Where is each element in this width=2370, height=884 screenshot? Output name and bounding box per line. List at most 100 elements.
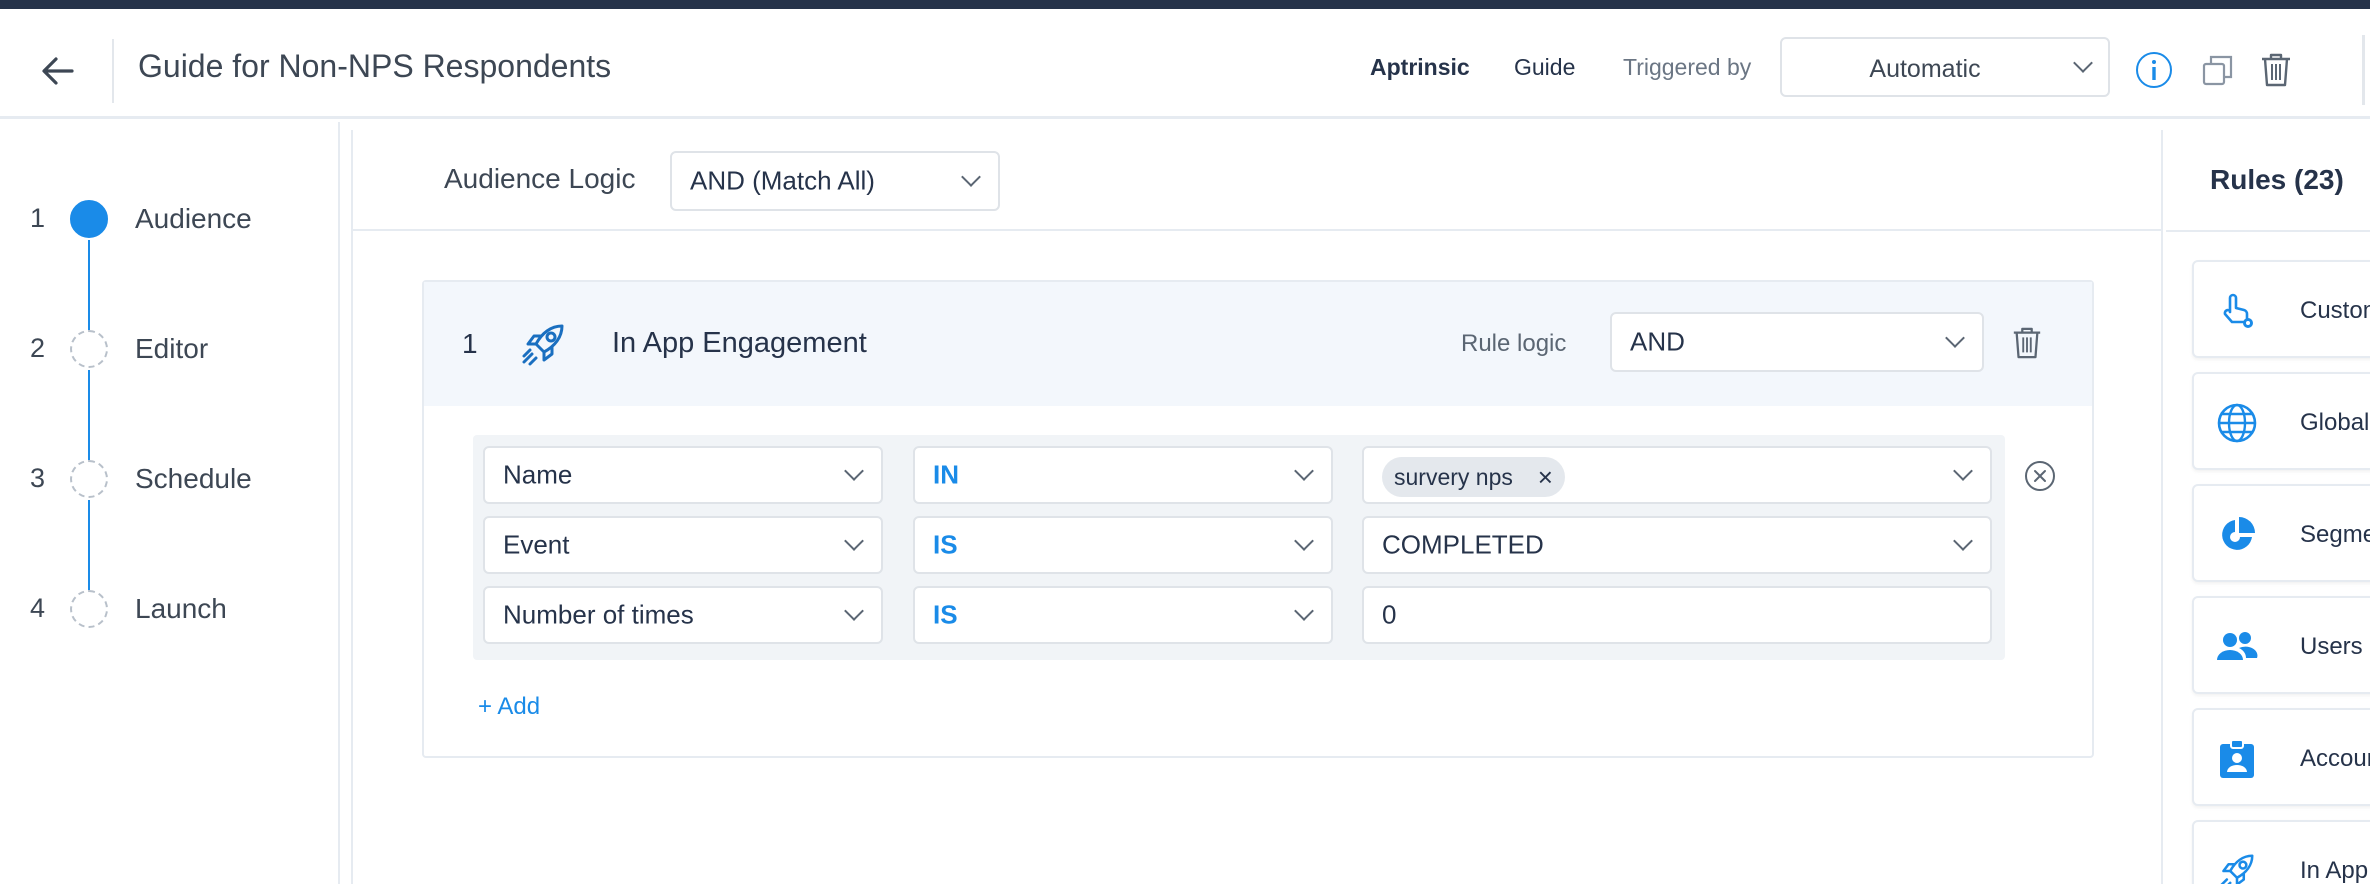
condition-count-value: 0 xyxy=(1382,599,1397,630)
pointer-gear-icon xyxy=(2214,288,2260,334)
rule-type-users[interactable]: Users xyxy=(2192,596,2370,694)
audience-logic-label: Audience Logic xyxy=(444,163,636,194)
chevron-down-icon xyxy=(1294,461,1314,481)
condition-operator-select[interactable]: IS xyxy=(913,586,1333,644)
close-circle-icon xyxy=(2025,461,2055,491)
condition-field-select[interactable]: Name xyxy=(483,446,883,504)
audience-logic-select[interactable]: AND (Match All) xyxy=(670,151,1000,211)
trash-icon xyxy=(2262,53,2290,87)
add-condition-link[interactable]: + Add xyxy=(478,693,540,721)
rule-type-label: Custom xyxy=(2300,297,2370,324)
step-editor[interactable]: 2 Editor xyxy=(0,330,340,370)
rules-panel: Rules (23) Custom Global xyxy=(2166,130,2370,884)
condition-operator-value: IS xyxy=(933,599,958,630)
trigger-select-value: Automatic xyxy=(1869,55,1981,83)
audience-logic-value: AND (Match All) xyxy=(690,165,875,196)
step-label: Editor xyxy=(135,333,209,364)
step-connector xyxy=(88,240,90,330)
conditions-group: Name IN survery nps × Event IS COMPLETED… xyxy=(473,435,2005,660)
info-icon xyxy=(2136,52,2172,88)
step-audience[interactable]: 1 Audience xyxy=(0,200,340,240)
remove-condition-button[interactable] xyxy=(2022,458,2058,494)
rule-type-label: Segments xyxy=(2300,521,2370,548)
step-number: 1 xyxy=(30,203,46,233)
condition-operator-select[interactable]: IN xyxy=(913,446,1333,504)
condition-field-select[interactable]: Event xyxy=(483,516,883,574)
wizard-stepper: 1 Audience 2 Editor 3 Schedule 4 Launch xyxy=(0,122,340,884)
step-indicator xyxy=(70,590,108,628)
rule-type-global[interactable]: Global xyxy=(2192,372,2370,470)
rule-type-label: In App xyxy=(2300,857,2369,884)
pie-chart-icon xyxy=(2214,512,2260,558)
app-root: Guide for Non-NPS Respondents Aptrinsic … xyxy=(0,0,2370,884)
condition-value: COMPLETED xyxy=(1382,529,1544,560)
trigger-select[interactable]: Automatic xyxy=(1780,37,2110,97)
chevron-down-icon xyxy=(844,601,864,621)
info-button[interactable] xyxy=(2134,50,2174,90)
arrow-left-icon xyxy=(42,57,74,85)
chevron-down-icon xyxy=(844,531,864,551)
chevron-down-icon xyxy=(961,167,981,187)
chevron-down-icon xyxy=(1945,328,1965,348)
condition-value-multiselect[interactable]: survery nps × xyxy=(1362,446,1992,504)
rule-type-custom[interactable]: Custom xyxy=(2192,260,2370,358)
value-tag-label: survery nps xyxy=(1394,464,1513,490)
chevron-down-icon xyxy=(1953,531,1973,551)
page-title: Guide for Non-NPS Respondents xyxy=(138,48,612,84)
users-icon xyxy=(2214,624,2260,670)
product-label: Aptrinsic xyxy=(1370,54,1470,80)
rules-panel-divider xyxy=(2166,230,2370,232)
step-connector xyxy=(88,500,90,590)
rule-number: 1 xyxy=(462,328,478,359)
step-number: 3 xyxy=(30,463,46,493)
header-divider xyxy=(112,39,114,103)
step-label: Launch xyxy=(135,593,227,624)
condition-field-value: Name xyxy=(503,459,573,490)
condition-operator-select[interactable]: IS xyxy=(913,516,1333,574)
page-header: Guide for Non-NPS Respondents Aptrinsic … xyxy=(0,9,2370,119)
rule-card: 1 In App Engagement Rule logic AND Name … xyxy=(422,280,2094,758)
guide-type-label: Guide xyxy=(1514,54,1576,80)
step-connector xyxy=(88,370,90,460)
condition-operator-value: IN xyxy=(933,459,959,490)
trash-icon xyxy=(2013,327,2041,359)
delete-rule-button[interactable] xyxy=(2008,324,2046,362)
delete-guide-button[interactable] xyxy=(2256,50,2296,90)
rule-type-accounts[interactable]: Accounts xyxy=(2192,708,2370,806)
duplicate-button[interactable] xyxy=(2198,50,2238,90)
rule-type-label: Accounts xyxy=(2300,745,2370,772)
step-number: 2 xyxy=(30,333,46,363)
globe-icon xyxy=(2214,400,2260,446)
step-indicator xyxy=(70,330,108,368)
rule-header: 1 In App Engagement Rule logic AND xyxy=(424,282,2092,406)
step-indicator xyxy=(70,460,108,498)
condition-value-select[interactable]: COMPLETED xyxy=(1362,516,1992,574)
rule-name: In App Engagement xyxy=(612,327,867,359)
chevron-down-icon xyxy=(1294,601,1314,621)
chevron-down-icon xyxy=(844,461,864,481)
rule-type-in-app[interactable]: In App xyxy=(2192,820,2370,884)
rule-type-label: Global xyxy=(2300,409,2370,436)
condition-field-select[interactable]: Number of times xyxy=(483,586,883,644)
rule-logic-select[interactable]: AND xyxy=(1610,312,1984,372)
step-number: 4 xyxy=(30,593,46,623)
chevron-down-icon xyxy=(1953,461,1973,481)
top-strip xyxy=(0,0,2370,9)
step-label: Audience xyxy=(135,203,252,234)
condition-operator-value: IS xyxy=(933,529,958,560)
step-indicator-active xyxy=(70,200,108,238)
triggered-by-label: Triggered by xyxy=(1623,54,1752,80)
header-edge-divider xyxy=(2362,35,2365,105)
remove-tag-icon[interactable]: × xyxy=(1538,457,1553,497)
step-launch[interactable]: 4 Launch xyxy=(0,590,340,630)
condition-count-input[interactable]: 0 xyxy=(1362,586,1992,644)
back-button[interactable] xyxy=(36,49,80,93)
step-schedule[interactable]: 3 Schedule xyxy=(0,460,340,500)
chevron-down-icon xyxy=(1294,531,1314,551)
chevron-down-icon xyxy=(2073,53,2093,73)
rule-type-segments[interactable]: Segments xyxy=(2192,484,2370,582)
value-tag: survery nps × xyxy=(1382,457,1565,497)
rule-logic-value: AND xyxy=(1630,326,1685,357)
rule-type-label: Users xyxy=(2300,633,2363,660)
condition-field-value: Event xyxy=(503,529,570,560)
